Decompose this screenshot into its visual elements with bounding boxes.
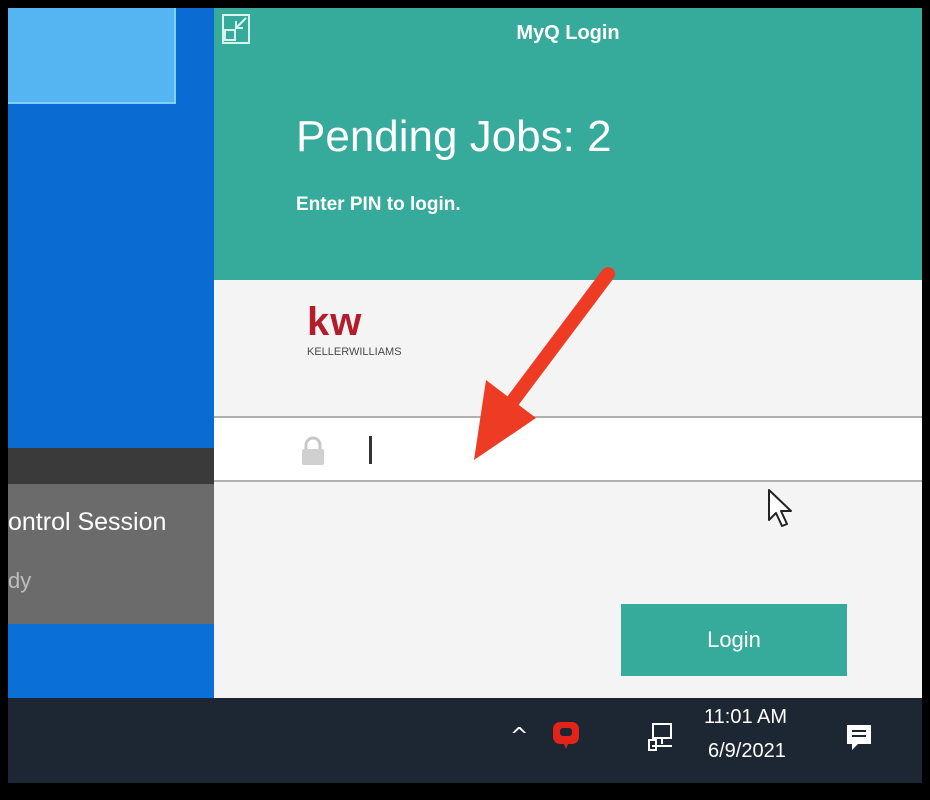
logo-mark: kw bbox=[307, 300, 363, 344]
pending-jobs-heading: Pending Jobs: 2 bbox=[296, 112, 612, 161]
myq-header: MyQ Login Pending Jobs: 2 Enter PIN to l… bbox=[214, 8, 922, 280]
desktop-wallpaper bbox=[8, 8, 228, 448]
show-hidden-icons-icon[interactable]: ^ bbox=[510, 724, 528, 749]
login-button[interactable]: Login bbox=[621, 604, 847, 676]
taskbar: ^ 11:01 AM 6/9/2021 bbox=[8, 698, 922, 783]
pin-input[interactable] bbox=[364, 432, 884, 464]
pin-instruction: Enter PIN to login. bbox=[296, 194, 461, 215]
myq-login-window: MyQ Login Pending Jobs: 2 Enter PIN to l… bbox=[214, 8, 922, 698]
windows-logo-tile bbox=[8, 8, 176, 104]
session-title: ontrol Session bbox=[8, 508, 167, 536]
myq-tray-icon[interactable] bbox=[551, 720, 581, 750]
session-status: dy bbox=[8, 568, 32, 593]
remote-control-session-card[interactable]: ontrol Session dy bbox=[8, 484, 218, 624]
logo-company-name: KELLERWILLIAMS bbox=[307, 346, 402, 358]
text-caret bbox=[369, 436, 372, 464]
network-icon[interactable] bbox=[648, 722, 676, 752]
mouse-pointer-icon bbox=[768, 489, 792, 527]
clock-date[interactable]: 6/9/2021 bbox=[708, 740, 786, 763]
lock-icon bbox=[302, 436, 324, 465]
pin-row bbox=[214, 416, 922, 482]
window-title: MyQ Login bbox=[516, 22, 620, 44]
action-center-icon[interactable] bbox=[844, 722, 874, 754]
session-header-strip bbox=[8, 448, 218, 488]
clock-time[interactable]: 11:01 AM bbox=[704, 706, 787, 729]
keller-williams-logo: kw KELLERWILLIAMS bbox=[307, 300, 402, 358]
desktop-screen: ontrol Session dy MyQ Login Pending Jobs… bbox=[8, 8, 922, 783]
